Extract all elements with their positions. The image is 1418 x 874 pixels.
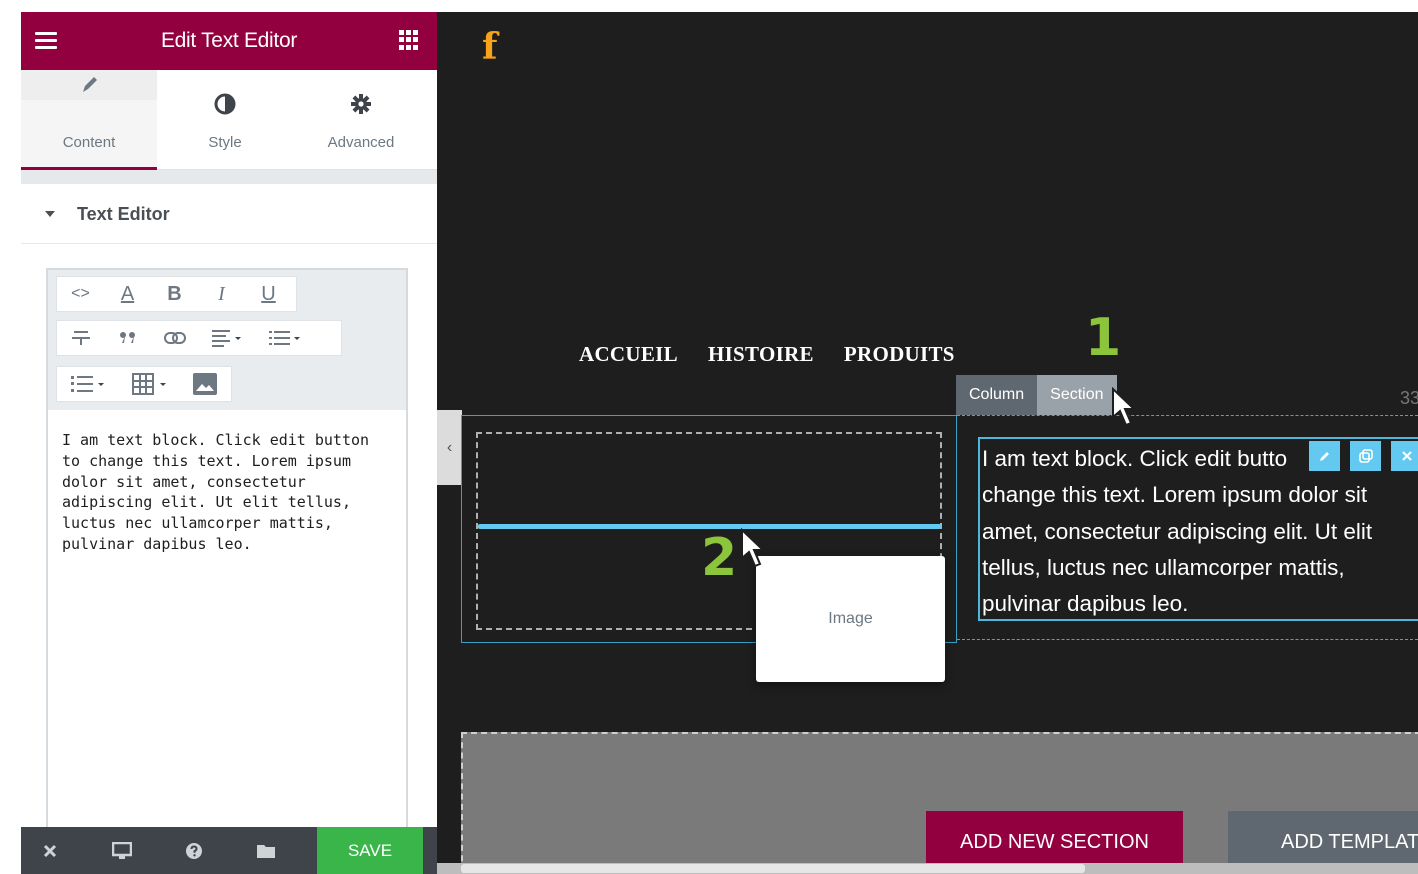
ordered-list-dropdown-icon[interactable] [57,367,119,401]
bold-icon[interactable]: B [151,277,198,311]
text-line: pulvinar dapibus leo. [982,591,1189,617]
strikethrough-icon[interactable] [57,321,104,355]
collapse-panel-handle[interactable]: ‹ [437,410,462,485]
panel-tabs: Content Style Advanced [21,70,437,170]
widget-toolbar [1309,441,1418,471]
section-toggle-text-editor[interactable]: Text Editor [21,184,437,244]
tab-style[interactable]: Style [157,70,293,170]
element-handles: Column Section [956,375,1117,415]
dragged-image-widget[interactable]: Image [756,556,945,682]
nav-item-accueil[interactable]: ACCUEIL [579,342,678,367]
tab-advanced[interactable]: Advanced [293,70,429,170]
text-color-icon[interactable]: A [104,277,151,311]
list-dropdown-icon[interactable] [256,321,314,355]
widgets-grid-icon[interactable] [399,30,419,50]
half-circle-icon [157,92,293,116]
chevron-left-icon: ‹ [446,438,453,456]
annotation-step-1: 1 [1085,308,1122,368]
text-line: amet, consectetur adipiscing elit. Ut el… [982,518,1373,544]
preview-canvas: f ‹ ACCUEIL HISTOIRE PRODUITS 1 2 Column… [437,12,1418,874]
editor-toolbar: <> A B I U [48,270,406,410]
scrollbar-thumb[interactable] [461,864,1085,873]
toolbar-row-2 [56,320,342,356]
panel-footer: SAVE [21,827,437,874]
pencil-icon [21,70,157,100]
panel-title: Edit Text Editor [160,29,298,52]
save-button[interactable]: SAVE [317,827,423,874]
text-line: tellus, luctus nec ullamcorper mattis, [982,554,1345,580]
dragged-widget-label: Image [828,610,873,627]
edit-widget-icon[interactable] [1309,441,1340,471]
gear-icon [293,92,429,116]
toolbar-row-1: <> A B I U [56,276,297,312]
editor-area: <> A B I U I am text block. Click edit b… [21,244,437,874]
facebook-icon[interactable]: f [482,26,498,68]
code-icon[interactable]: <> [57,277,104,311]
section-handle[interactable]: Section [1037,375,1117,415]
link-icon[interactable] [151,321,198,355]
nav-item-produits[interactable]: PRODUITS [844,342,955,367]
tab-style-label: Style [208,134,242,151]
tab-content-label: Content [62,134,116,151]
blockquote-icon[interactable] [104,321,151,355]
responsive-desktop-icon[interactable] [111,841,133,861]
nav-item-histoire[interactable]: HISTOIRE [708,342,814,367]
column-handle[interactable]: Column [956,375,1038,415]
section-title: Text Editor [77,204,170,224]
drop-indicator [478,524,941,529]
column-width-label: 33 [1400,388,1418,408]
section-outline-bottom [957,639,1418,640]
editor-panel: Edit Text Editor Content Style Advanced [21,12,437,874]
editor-body-text[interactable]: I am text block. Click edit button to ch… [62,430,396,555]
help-icon[interactable] [183,841,205,861]
toolbar-row-3 [56,366,232,402]
tab-content[interactable]: Content [21,70,157,170]
tab-advanced-label: Advanced [327,134,395,151]
duplicate-widget-icon[interactable] [1350,441,1381,471]
wysiwyg-editor[interactable]: <> A B I U I am text block. Click edit b… [46,268,408,874]
horizontal-scrollbar[interactable] [437,863,1418,874]
italic-icon[interactable]: I [198,277,245,311]
panel-divider [21,170,437,184]
mouse-cursor-icon [1112,387,1137,427]
panel-header: Edit Text Editor [21,12,437,70]
caret-down-icon [45,211,55,217]
close-icon[interactable] [39,841,61,861]
mouse-cursor-icon [741,528,766,568]
image-icon[interactable] [181,367,228,401]
text-line: change this text. Lorem ipsum dolor sit [982,482,1368,508]
delete-widget-icon[interactable] [1391,441,1418,471]
folder-icon[interactable] [255,841,277,861]
align-dropdown-icon[interactable] [198,321,256,355]
section-outline-top [957,415,1418,416]
underline-icon[interactable]: U [245,277,292,311]
site-nav: ACCUEIL HISTOIRE PRODUITS [579,342,985,367]
table-dropdown-icon[interactable] [119,367,181,401]
